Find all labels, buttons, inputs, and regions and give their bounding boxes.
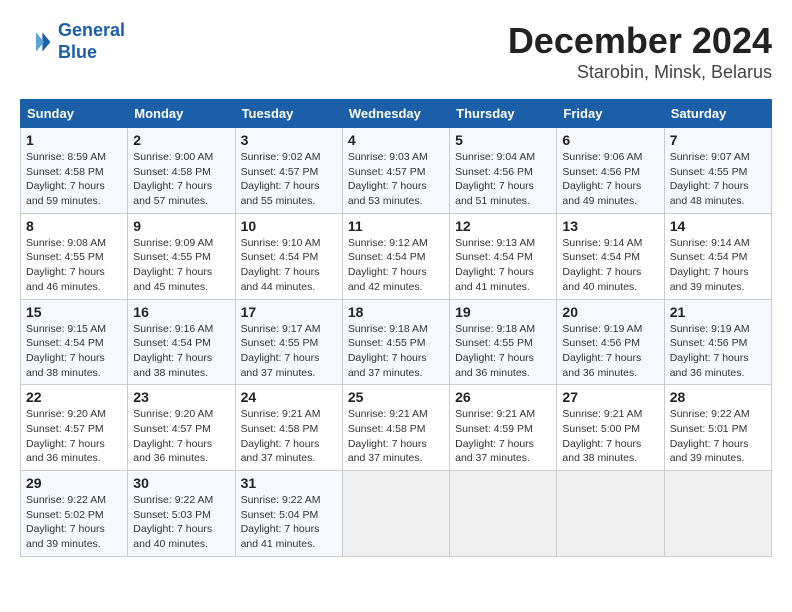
logo-text: General Blue (58, 20, 125, 63)
calendar-day-18: 18Sunrise: 9:18 AMSunset: 4:55 PMDayligh… (342, 299, 449, 385)
col-header-saturday: Saturday (664, 100, 771, 128)
calendar-day-12: 12Sunrise: 9:13 AMSunset: 4:54 PMDayligh… (450, 213, 557, 299)
calendar-day-7: 7Sunrise: 9:07 AMSunset: 4:55 PMDaylight… (664, 128, 771, 214)
calendar-day-empty (342, 471, 449, 557)
page-header: General Blue December 2024 Starobin, Min… (20, 20, 772, 83)
calendar-day-17: 17Sunrise: 9:17 AMSunset: 4:55 PMDayligh… (235, 299, 342, 385)
calendar-day-10: 10Sunrise: 9:10 AMSunset: 4:54 PMDayligh… (235, 213, 342, 299)
calendar-day-27: 27Sunrise: 9:21 AMSunset: 5:00 PMDayligh… (557, 385, 664, 471)
col-header-wednesday: Wednesday (342, 100, 449, 128)
calendar-day-13: 13Sunrise: 9:14 AMSunset: 4:54 PMDayligh… (557, 213, 664, 299)
calendar-week-5: 29Sunrise: 9:22 AMSunset: 5:02 PMDayligh… (21, 471, 772, 557)
calendar-week-2: 8Sunrise: 9:08 AMSunset: 4:55 PMDaylight… (21, 213, 772, 299)
logo-line2: Blue (58, 42, 97, 62)
calendar-day-14: 14Sunrise: 9:14 AMSunset: 4:54 PMDayligh… (664, 213, 771, 299)
calendar-day-2: 2Sunrise: 9:00 AMSunset: 4:58 PMDaylight… (128, 128, 235, 214)
page-subtitle: Starobin, Minsk, Belarus (508, 62, 772, 83)
title-block: December 2024 Starobin, Minsk, Belarus (508, 20, 772, 83)
calendar-day-29: 29Sunrise: 9:22 AMSunset: 5:02 PMDayligh… (21, 471, 128, 557)
calendar-day-3: 3Sunrise: 9:02 AMSunset: 4:57 PMDaylight… (235, 128, 342, 214)
calendar-day-1: 1Sunrise: 8:59 AMSunset: 4:58 PMDaylight… (21, 128, 128, 214)
calendar-day-4: 4Sunrise: 9:03 AMSunset: 4:57 PMDaylight… (342, 128, 449, 214)
calendar-day-20: 20Sunrise: 9:19 AMSunset: 4:56 PMDayligh… (557, 299, 664, 385)
calendar-day-23: 23Sunrise: 9:20 AMSunset: 4:57 PMDayligh… (128, 385, 235, 471)
calendar-day-24: 24Sunrise: 9:21 AMSunset: 4:58 PMDayligh… (235, 385, 342, 471)
calendar-day-8: 8Sunrise: 9:08 AMSunset: 4:55 PMDaylight… (21, 213, 128, 299)
logo-line1: General (58, 20, 125, 40)
calendar-day-9: 9Sunrise: 9:09 AMSunset: 4:55 PMDaylight… (128, 213, 235, 299)
col-header-monday: Monday (128, 100, 235, 128)
logo-icon (20, 26, 52, 58)
calendar-day-21: 21Sunrise: 9:19 AMSunset: 4:56 PMDayligh… (664, 299, 771, 385)
calendar-day-empty (557, 471, 664, 557)
calendar-day-30: 30Sunrise: 9:22 AMSunset: 5:03 PMDayligh… (128, 471, 235, 557)
calendar-day-empty (450, 471, 557, 557)
calendar-day-11: 11Sunrise: 9:12 AMSunset: 4:54 PMDayligh… (342, 213, 449, 299)
col-header-thursday: Thursday (450, 100, 557, 128)
logo: General Blue (20, 20, 125, 63)
calendar-day-15: 15Sunrise: 9:15 AMSunset: 4:54 PMDayligh… (21, 299, 128, 385)
calendar-day-empty (664, 471, 771, 557)
calendar-day-5: 5Sunrise: 9:04 AMSunset: 4:56 PMDaylight… (450, 128, 557, 214)
calendar-header-row: SundayMondayTuesdayWednesdayThursdayFrid… (21, 100, 772, 128)
calendar-table: SundayMondayTuesdayWednesdayThursdayFrid… (20, 99, 772, 557)
col-header-friday: Friday (557, 100, 664, 128)
calendar-day-28: 28Sunrise: 9:22 AMSunset: 5:01 PMDayligh… (664, 385, 771, 471)
calendar-week-3: 15Sunrise: 9:15 AMSunset: 4:54 PMDayligh… (21, 299, 772, 385)
calendar-week-1: 1Sunrise: 8:59 AMSunset: 4:58 PMDaylight… (21, 128, 772, 214)
calendar-week-4: 22Sunrise: 9:20 AMSunset: 4:57 PMDayligh… (21, 385, 772, 471)
page-title: December 2024 (508, 20, 772, 62)
calendar-day-22: 22Sunrise: 9:20 AMSunset: 4:57 PMDayligh… (21, 385, 128, 471)
col-header-sunday: Sunday (21, 100, 128, 128)
calendar-day-6: 6Sunrise: 9:06 AMSunset: 4:56 PMDaylight… (557, 128, 664, 214)
calendar-day-25: 25Sunrise: 9:21 AMSunset: 4:58 PMDayligh… (342, 385, 449, 471)
calendar-day-19: 19Sunrise: 9:18 AMSunset: 4:55 PMDayligh… (450, 299, 557, 385)
calendar-day-31: 31Sunrise: 9:22 AMSunset: 5:04 PMDayligh… (235, 471, 342, 557)
calendar-day-26: 26Sunrise: 9:21 AMSunset: 4:59 PMDayligh… (450, 385, 557, 471)
calendar-day-16: 16Sunrise: 9:16 AMSunset: 4:54 PMDayligh… (128, 299, 235, 385)
col-header-tuesday: Tuesday (235, 100, 342, 128)
